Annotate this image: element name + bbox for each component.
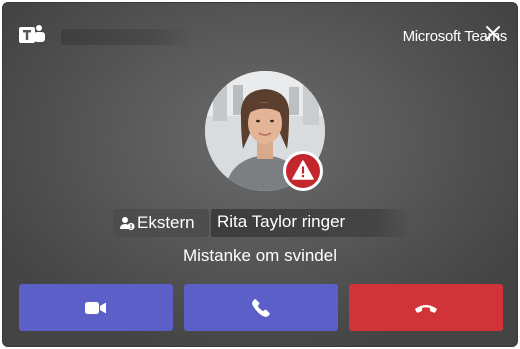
external-badge: Ekstern bbox=[113, 209, 209, 237]
fraud-warning-text: Mistanke om svindel bbox=[182, 246, 337, 265]
teams-logo-icon bbox=[19, 25, 45, 43]
caller-info-row: Ekstern Rita Taylor ringer bbox=[113, 209, 413, 237]
close-icon[interactable] bbox=[485, 25, 501, 41]
caller-avatar-container bbox=[205, 71, 325, 191]
decline-call-button[interactable] bbox=[349, 284, 503, 331]
external-user-icon bbox=[120, 217, 135, 231]
caller-ringing-text: Rita Taylor ringer bbox=[217, 212, 346, 231]
accept-video-button[interactable] bbox=[19, 284, 173, 331]
warning-icon bbox=[292, 160, 314, 180]
title-placeholder bbox=[61, 29, 191, 45]
fraud-warning-badge bbox=[283, 151, 323, 191]
video-camera-icon bbox=[85, 301, 106, 314]
phone-icon bbox=[252, 298, 270, 317]
incoming-call-window: Microsoft Teams Ekstern Rita Taylor ring… bbox=[2, 2, 518, 347]
hang-up-icon bbox=[415, 304, 437, 313]
caller-name-box: Rita Taylor ringer bbox=[211, 209, 407, 237]
accept-audio-button[interactable] bbox=[184, 284, 338, 331]
title-bar: Microsoft Teams bbox=[3, 3, 517, 67]
external-label: Ekstern bbox=[137, 213, 195, 232]
